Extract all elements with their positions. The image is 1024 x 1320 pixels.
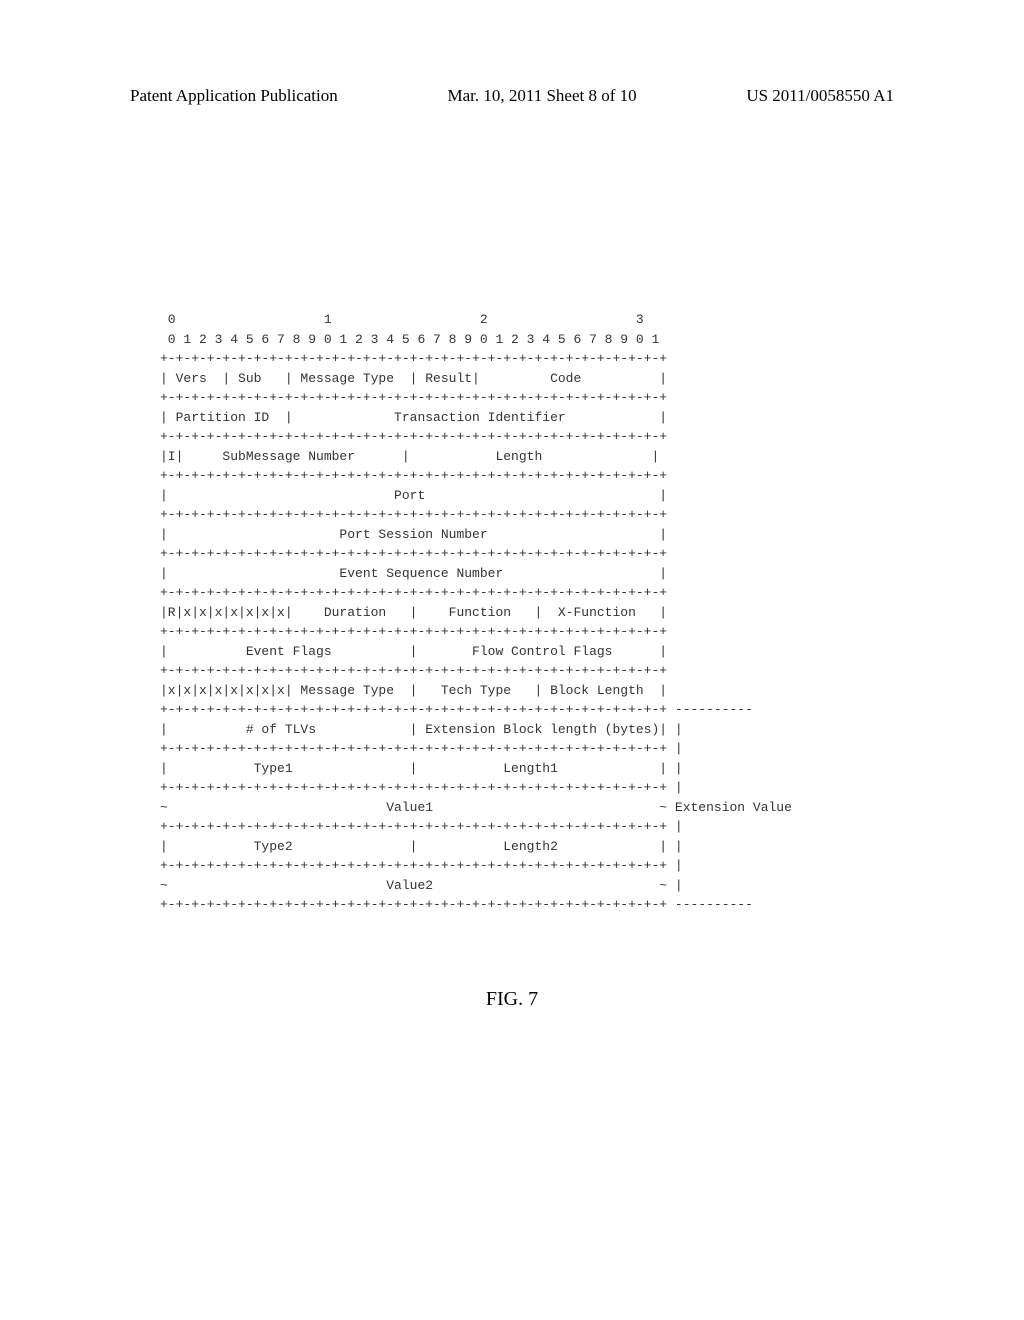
- separator: +-+-+-+-+-+-+-+-+-+-+-+-+-+-+-+-+-+-+-+-…: [160, 819, 667, 834]
- row-msgtype-tech-block: |x|x|x|x|x|x|x|x| Message Type | Tech Ty…: [160, 683, 667, 698]
- bit-ruler-tens: 0 1 2 3: [160, 312, 644, 327]
- ext-pipe: |: [667, 741, 683, 756]
- row-type1-length1: | Type1 | Length1 |: [160, 761, 667, 776]
- ext-pipe: |: [667, 761, 683, 776]
- row-value2: ~ Value2 ~: [160, 878, 667, 893]
- separator: +-+-+-+-+-+-+-+-+-+-+-+-+-+-+-+-+-+-+-+-…: [160, 780, 667, 795]
- header-right: US 2011/0058550 A1: [746, 86, 894, 106]
- separator: +-+-+-+-+-+-+-+-+-+-+-+-+-+-+-+-+-+-+-+-…: [160, 429, 667, 444]
- separator: +-+-+-+-+-+-+-+-+-+-+-+-+-+-+-+-+-+-+-+-…: [160, 624, 667, 639]
- ext-label: Extension Value: [667, 800, 792, 815]
- row-tlvs-extblock: | # of TLVs | Extension Block length (by…: [160, 722, 667, 737]
- separator: +-+-+-+-+-+-+-+-+-+-+-+-+-+-+-+-+-+-+-+-…: [160, 507, 667, 522]
- separator: +-+-+-+-+-+-+-+-+-+-+-+-+-+-+-+-+-+-+-+-…: [160, 741, 667, 756]
- row-port-session: | Port Session Number |: [160, 527, 667, 542]
- ext-pipe: |: [667, 839, 683, 854]
- packet-diagram: 0 1 2 3 0 1 2 3 4 5 6 7 8 9 0 1 2 3 4 5 …: [160, 310, 792, 915]
- separator: +-+-+-+-+-+-+-+-+-+-+-+-+-+-+-+-+-+-+-+-…: [160, 546, 667, 561]
- row-type2-length2: | Type2 | Length2 |: [160, 839, 667, 854]
- row-submessage-length: |I| SubMessage Number | Length |: [160, 449, 659, 464]
- row-vers-sub-msgtype-result-code: | Vers | Sub | Message Type | Result| Co…: [160, 371, 667, 386]
- figure-label: FIG. 7: [0, 988, 1024, 1011]
- ext-pipe: |: [667, 780, 683, 795]
- separator: +-+-+-+-+-+-+-+-+-+-+-+-+-+-+-+-+-+-+-+-…: [160, 897, 667, 912]
- separator: +-+-+-+-+-+-+-+-+-+-+-+-+-+-+-+-+-+-+-+-…: [160, 702, 667, 717]
- row-value1: ~ Value1 ~: [160, 800, 667, 815]
- ext-dash-top: ----------: [667, 702, 753, 717]
- row-duration-function: |R|x|x|x|x|x|x|x| Duration | Function | …: [160, 605, 667, 620]
- separator: +-+-+-+-+-+-+-+-+-+-+-+-+-+-+-+-+-+-+-+-…: [160, 390, 667, 405]
- ext-dash-bottom: ----------: [667, 897, 753, 912]
- ext-pipe: |: [667, 722, 683, 737]
- page-header: Patent Application Publication Mar. 10, …: [0, 86, 1024, 106]
- separator: +-+-+-+-+-+-+-+-+-+-+-+-+-+-+-+-+-+-+-+-…: [160, 663, 667, 678]
- separator: +-+-+-+-+-+-+-+-+-+-+-+-+-+-+-+-+-+-+-+-…: [160, 468, 667, 483]
- separator: +-+-+-+-+-+-+-+-+-+-+-+-+-+-+-+-+-+-+-+-…: [160, 351, 667, 366]
- separator: +-+-+-+-+-+-+-+-+-+-+-+-+-+-+-+-+-+-+-+-…: [160, 858, 667, 873]
- header-center: Mar. 10, 2011 Sheet 8 of 10: [447, 86, 636, 106]
- separator: +-+-+-+-+-+-+-+-+-+-+-+-+-+-+-+-+-+-+-+-…: [160, 585, 667, 600]
- row-event-sequence: | Event Sequence Number |: [160, 566, 667, 581]
- row-event-flow-flags: | Event Flags | Flow Control Flags |: [160, 644, 667, 659]
- ext-pipe: |: [667, 878, 683, 893]
- ext-pipe: |: [667, 858, 683, 873]
- row-port: | Port |: [160, 488, 667, 503]
- bit-ruler-ones: 0 1 2 3 4 5 6 7 8 9 0 1 2 3 4 5 6 7 8 9 …: [160, 332, 659, 347]
- row-partition-transaction: | Partition ID | Transaction Identifier …: [160, 410, 667, 425]
- header-left: Patent Application Publication: [130, 86, 338, 106]
- ext-pipe: |: [667, 819, 683, 834]
